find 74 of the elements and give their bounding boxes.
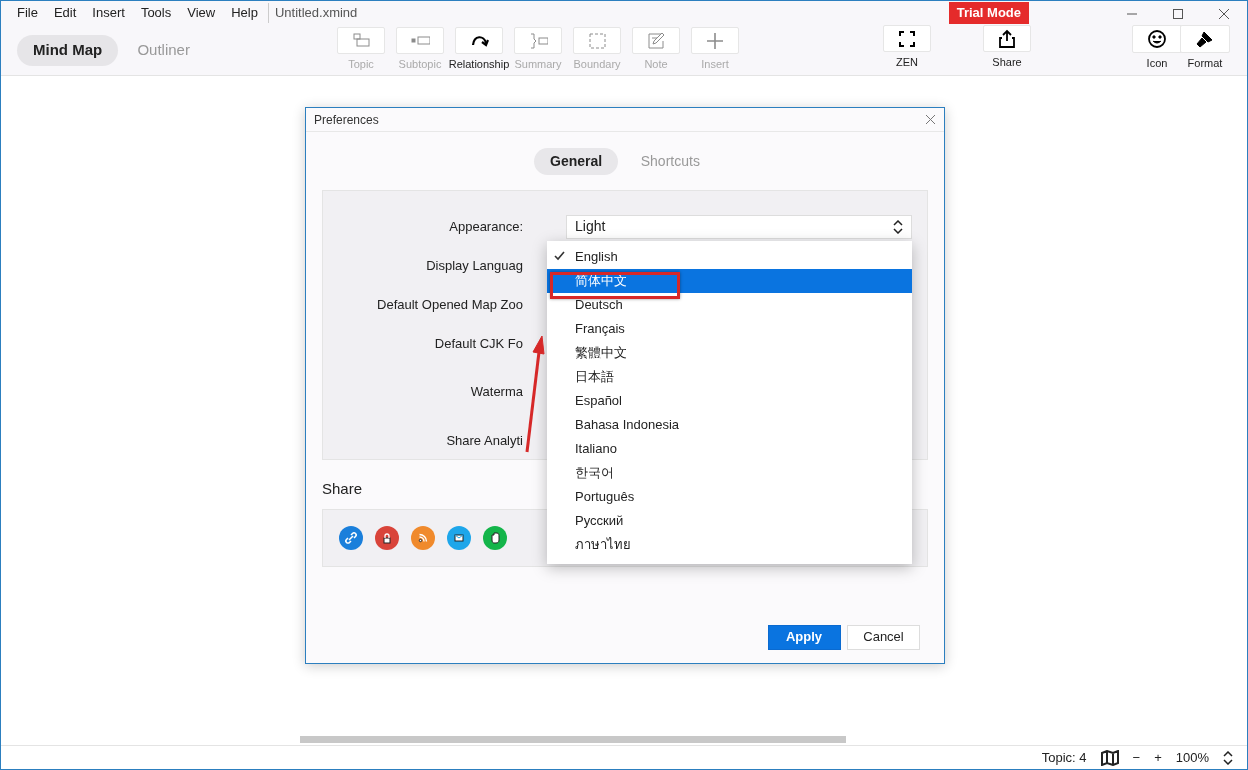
menu-item[interactable]: Edit (53, 3, 77, 23)
relationship-label: Relationship (448, 57, 510, 72)
topic-label: Topic (348, 57, 374, 72)
format-label: Format (1187, 56, 1223, 71)
menu-item[interactable]: File (17, 3, 38, 23)
smiley-icon (1147, 29, 1167, 49)
menu-item[interactable]: View (187, 3, 216, 23)
menu-item[interactable]: Insert (92, 3, 125, 23)
language-option[interactable]: ภาษาไทย (547, 533, 912, 557)
insert-label: Insert (701, 57, 729, 72)
document-title: Untitled.xmind (267, 3, 358, 23)
setting-label: Display Languag (425, 256, 523, 275)
language-option[interactable]: Español (547, 389, 912, 413)
note-label: Note (644, 57, 668, 72)
icon-label: Icon (1146, 56, 1168, 71)
boundary-label: Boundary (573, 57, 621, 72)
note-icon (646, 30, 666, 51)
plus-icon (705, 30, 725, 51)
brush-icon (1195, 29, 1215, 49)
language-option[interactable]: Deutsch (547, 293, 912, 317)
share-heading: Share (322, 479, 363, 499)
close-icon[interactable] (925, 114, 936, 125)
maximize-button[interactable] (1172, 7, 1184, 20)
setting-label: Default Opened Map Zoo (376, 295, 523, 314)
zoom-out-button[interactable]: − (1132, 747, 1141, 768)
language-option[interactable]: Bahasa Indonesia (547, 413, 912, 437)
appearance-select[interactable]: Light (566, 214, 912, 239)
topic-count: Topic: 4 (1041, 748, 1087, 767)
summary-label: Summary (514, 57, 562, 72)
icon-button[interactable] (1132, 25, 1182, 53)
brace-icon (528, 30, 548, 51)
fullscreen-icon (897, 28, 917, 49)
trial-mode-badge: Trial Mode (948, 2, 1029, 24)
language-option[interactable]: English (547, 245, 912, 269)
apply-button[interactable]: Apply (767, 624, 841, 650)
zen-label: ZEN (896, 55, 918, 70)
setting-label: Default CJK Fo (433, 334, 523, 353)
zoom-in-button[interactable]: + (1154, 747, 1162, 768)
lock-share-button[interactable] (375, 525, 399, 550)
language-option[interactable]: 한국어 (547, 461, 912, 485)
zoom-level: 100% (1175, 748, 1209, 767)
share-button[interactable] (983, 25, 1031, 52)
setting-label: Share Analyti (445, 431, 523, 450)
format-button[interactable] (1180, 25, 1230, 53)
link-icon (343, 529, 359, 546)
subtopic-label: Subtopic (398, 57, 442, 72)
menu-item[interactable]: Help (231, 3, 258, 23)
preferences-tab[interactable]: General (534, 148, 619, 175)
dashed-square-icon (587, 30, 607, 51)
close-button[interactable] (1218, 7, 1230, 20)
relationship-button[interactable] (455, 27, 503, 54)
share-label: Share (992, 55, 1022, 70)
language-option[interactable]: 简体中文 (547, 269, 912, 293)
dialog-title: Preferences (314, 111, 379, 129)
stepper-icon (893, 219, 903, 234)
stepper-icon[interactable] (1223, 750, 1233, 765)
language-option[interactable]: Português (547, 485, 912, 509)
view-tab[interactable]: Mind Map (17, 35, 119, 66)
menu-item[interactable]: Tools (140, 3, 172, 23)
language-option[interactable]: Русский (547, 509, 912, 533)
link-share-button[interactable] (339, 525, 363, 550)
language-option[interactable]: Français (547, 317, 912, 341)
language-option[interactable]: 繁體中文 (547, 341, 912, 365)
evernote-share-button[interactable] (483, 525, 507, 550)
setting-label: Waterma (469, 383, 523, 402)
share-icon (997, 28, 1017, 49)
setting-label: Appearance: (448, 217, 523, 236)
mail-share-button[interactable] (447, 525, 471, 550)
map-icon[interactable] (1100, 749, 1119, 766)
language-option[interactable]: 日本語 (547, 365, 912, 389)
cancel-button[interactable]: Cancel (847, 624, 920, 650)
scrollbar-thumb[interactable] (300, 736, 846, 743)
zen-button[interactable] (883, 25, 931, 52)
language-option[interactable]: Italiano (547, 437, 912, 461)
